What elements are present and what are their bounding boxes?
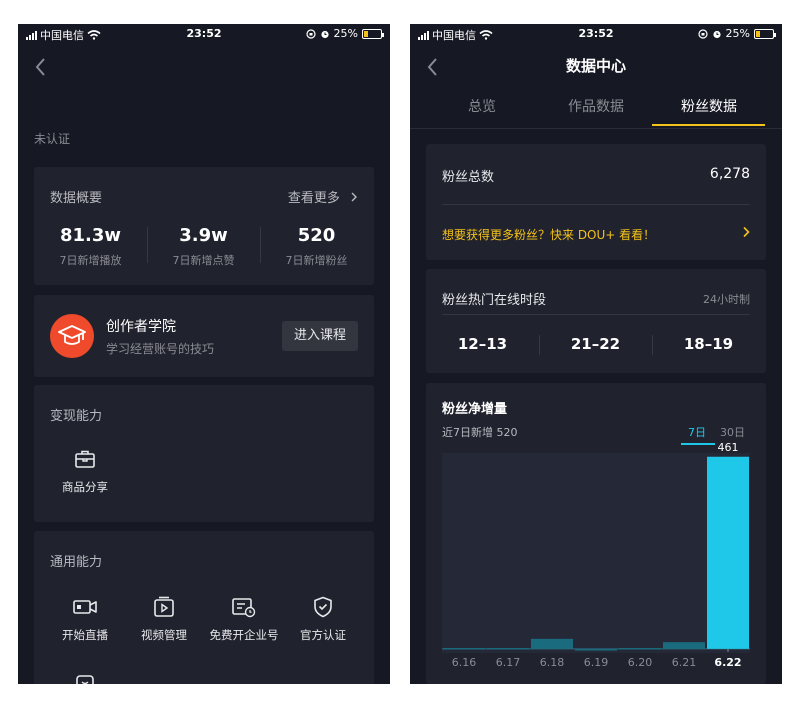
x-tick-label: 6.20	[628, 656, 653, 669]
data-overview-card: 数据概要 查看更多 81.3w 7日新增播放 3.9w 7日新增点赞 520 7…	[34, 167, 374, 285]
chart-bar-6.21[interactable]	[663, 642, 705, 649]
verification-status: 未认证	[34, 132, 71, 146]
tool-label: 视频管理	[141, 628, 187, 642]
fans-active-time-card: 粉丝热门在线时段 24小时制 12–13 21–22 18–19	[426, 269, 766, 373]
tab-works-data[interactable]: 作品数据	[534, 96, 658, 116]
x-tick-label: 6.18	[540, 656, 565, 669]
time-slot: 21–22	[570, 335, 621, 353]
metric-value: 81.3w	[59, 225, 122, 246]
monetization-card: 变现能力 商品分享	[34, 385, 374, 522]
chart-plot-area	[442, 453, 750, 653]
general-title: 通用能力	[50, 555, 103, 570]
active-tab-indicator	[652, 124, 765, 126]
creator-academy-card[interactable]: 创作者学院 学习经营账号的技巧 进入课程	[34, 295, 374, 377]
chevron-right-icon	[351, 192, 357, 202]
x-tick-label: 6.17	[496, 656, 521, 669]
tab-fans-data[interactable]: 粉丝数据	[647, 96, 771, 116]
data-label: 461	[718, 441, 739, 454]
status-bar: 中国电信 23:52 25%	[18, 24, 390, 44]
chart-bar-6.16[interactable]	[443, 648, 485, 650]
x-tick-label: 6.22	[714, 656, 741, 669]
alarm-icon	[712, 30, 721, 38]
verified-shield-icon	[314, 596, 332, 618]
academy-subtitle: 学习经营账号的技巧	[106, 342, 215, 356]
chevron-right-icon[interactable]	[742, 226, 750, 238]
metric-plays[interactable]: 81.3w 7日新增播放	[34, 225, 147, 268]
monetization-title: 变现能力	[50, 409, 103, 424]
enter-course-button[interactable]: 进入课程	[282, 321, 358, 351]
time-slot: 12–13	[457, 335, 508, 353]
tool-official-verify[interactable]: 官方认证	[288, 595, 358, 643]
metric-fans[interactable]: 520 7日新增粉丝	[260, 225, 373, 268]
orientation-lock-icon	[305, 28, 316, 39]
tool-free-enterprise[interactable]: 免费开企业号	[209, 595, 279, 643]
academy-title: 创作者学院	[106, 319, 176, 335]
chart-bar-6.19[interactable]	[575, 648, 617, 651]
metric-label: 7日新增播放	[59, 254, 122, 267]
divider	[442, 314, 750, 315]
time-slot: 18–19	[683, 335, 734, 353]
chart-bar-6.20[interactable]	[619, 648, 661, 650]
x-tick-label: 6.21	[672, 656, 697, 669]
metric-label: 7日新增粉丝	[285, 254, 348, 267]
academy-logo	[50, 314, 94, 358]
video-manage-icon	[154, 596, 174, 617]
tool-label: 开始直播	[62, 628, 108, 642]
general-abilities-card: 通用能力 开始直播 视频管理 免费开企业号 官方认证	[34, 531, 374, 684]
battery-percent: 25%	[725, 27, 750, 40]
fans-growth-chart: 6.16 6.17 6.18 6.19 6.20 6.21 6.22 461	[442, 441, 750, 669]
chart-bar-6.18[interactable]	[531, 638, 573, 649]
battery-icon	[362, 28, 384, 39]
tool-label: 免费开企业号	[209, 628, 279, 642]
chart-bar-6.17[interactable]	[487, 648, 529, 650]
tool-more[interactable]	[50, 673, 120, 684]
graduation-cap-icon	[58, 325, 86, 345]
metric-likes[interactable]: 3.9w 7日新增点赞	[147, 225, 260, 268]
battery-percent: 25%	[333, 27, 358, 40]
active-time-hint: 24小时制	[703, 293, 750, 306]
orientation-lock-icon	[697, 28, 708, 39]
view-more-label: 查看更多	[287, 191, 340, 206]
page-title: 数据中心	[565, 57, 626, 75]
fans-growth-card: 粉丝净增量 近7日新增 520 7日 30日 6.16 6.17 6.18 6.19 6…	[426, 383, 766, 684]
live-camera-icon	[73, 600, 97, 614]
tool-video-manage[interactable]: 视频管理	[129, 595, 199, 643]
divider	[442, 204, 750, 205]
battery-icon	[754, 28, 776, 39]
dou-plus-promo-link[interactable]: 想要获得更多粉丝？快来 DOU+ 看看！	[442, 226, 655, 243]
tool-start-live[interactable]: 开始直播	[50, 595, 120, 643]
divider	[410, 128, 782, 129]
fans-total-value: 6,278	[709, 166, 750, 182]
tool-label: 商品分享	[62, 480, 108, 494]
fans-total-label: 粉丝总数	[442, 170, 495, 185]
chart-bar-6.22[interactable]	[707, 456, 749, 649]
tool-product-share[interactable]: 商品分享	[50, 447, 120, 495]
tab-overview[interactable]: 总览	[420, 96, 544, 116]
alarm-icon	[320, 30, 329, 38]
creator-tools-screen: 中国电信 23:52 25% 未认证 数据概要 查看更多 81.3w 7日新增播…	[18, 24, 390, 684]
fans-total-card: 粉丝总数 6,278 想要获得更多粉丝？快来 DOU+ 看看！	[426, 144, 766, 260]
status-bar: 中国电信 23:52 25%	[410, 24, 782, 44]
x-tick-label: 6.16	[452, 656, 477, 669]
overview-title: 数据概要	[50, 191, 103, 206]
tool-label: 官方认证	[300, 628, 346, 642]
view-more-link[interactable]: 查看更多	[288, 187, 358, 206]
back-icon[interactable]	[32, 56, 50, 78]
enterprise-account-icon	[232, 598, 256, 618]
data-center-screen: 中国电信 23:52 25% 数据中心 总览 作品数据 粉丝数据 粉丝总数 6,…	[410, 24, 782, 684]
metric-label: 7日新增点赞	[172, 254, 235, 267]
metric-value: 520	[297, 225, 336, 246]
partial-tool-icon	[76, 675, 94, 684]
shopping-bag-icon	[75, 450, 95, 468]
metric-value: 3.9w	[179, 225, 228, 246]
active-time-label: 粉丝热门在线时段	[442, 293, 547, 308]
x-tick-label: 6.19	[584, 656, 609, 669]
